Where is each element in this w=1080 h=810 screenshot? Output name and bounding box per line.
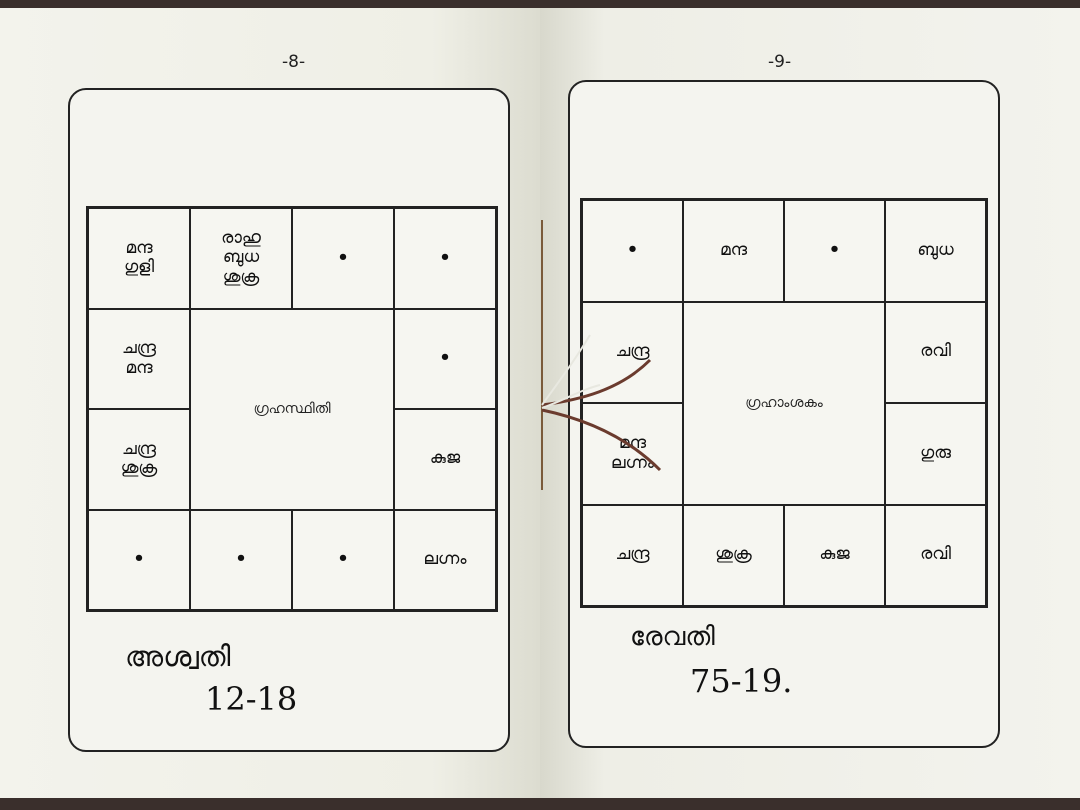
chart-cell: • — [88, 509, 190, 610]
chart-cell: കുജ — [784, 504, 885, 606]
cell-text: ചന്ദ്ര — [121, 438, 157, 459]
chart-cell: ചന്ദ്ര ശുക്ര — [88, 409, 190, 510]
rasi-chart-grid: മന്ദ ഗുളി രാഹു ബുധ ശുക്ര • • ചന്ദ്ര മന്ദ • ചന്ദ്ര ശ… — [86, 206, 498, 612]
chart-cell: ബുധ — [885, 200, 986, 302]
cell-text: • — [439, 246, 451, 268]
cell-text: ചന്ദ്ര — [121, 338, 157, 359]
cell-text: രാഹു — [221, 227, 261, 248]
cell-text: മന്ദ — [719, 239, 748, 260]
chart-cell: ലഗ്നം — [394, 509, 496, 610]
footer-period: 75-19. — [690, 662, 793, 700]
cell-text: ബുധ — [917, 239, 954, 260]
page-number: -9- — [768, 52, 792, 72]
cell-text: ബുധ — [222, 247, 260, 268]
chart-cell: രവി — [885, 301, 986, 403]
chart-cell: രവി — [885, 504, 986, 606]
cell-text: • — [235, 548, 247, 570]
cell-text: • — [439, 347, 451, 369]
cell-text: ഗുരു — [920, 442, 951, 463]
cell-text: ശുക്ര — [120, 458, 158, 479]
cell-text: ശുക്ര — [715, 544, 752, 565]
page-number: -8- — [282, 52, 306, 72]
footer-star: അശ്വതി — [125, 640, 231, 673]
chart-cell: • — [394, 308, 496, 409]
chart-cell: ശുക്ര — [683, 504, 784, 606]
cell-text: ശുക്ര — [222, 267, 260, 288]
chart-cell: മന്ദ — [683, 200, 784, 302]
cell-text: ലഗ്നം — [423, 548, 467, 569]
chart-cell: • — [784, 200, 885, 302]
chart-cell: • — [394, 208, 496, 309]
chart-cell: ചന്ദ്ര മന്ദ — [88, 308, 190, 409]
footer-period: 12-18 — [205, 680, 298, 718]
chart-cell: ഗുരു — [885, 403, 986, 505]
chart-title: ഗ്രഹസ്ഥിതി — [190, 308, 394, 510]
cell-text: മന്ദ — [125, 357, 153, 378]
cell-text: ചന്ദ്ര — [615, 544, 650, 565]
cell-text: രവി — [920, 341, 951, 362]
cell-text: മന്ദ — [125, 237, 153, 258]
chart-cell: കുജ — [394, 409, 496, 510]
chart-cell: • — [292, 509, 394, 610]
cell-text: ഗുളി — [123, 257, 155, 278]
chart-cell: രാഹു ബുധ ശുക്ര — [190, 208, 292, 309]
chart-cell: • — [190, 509, 292, 610]
cell-text: രവി — [920, 544, 951, 565]
binding-thread — [541, 220, 662, 490]
chart-title: ഗ്രഹാംശകം — [683, 301, 885, 505]
chart-cell: • — [292, 208, 394, 309]
cell-text: കുജ — [819, 544, 850, 565]
cell-text: • — [828, 239, 841, 261]
left-page: -8- മന്ദ ഗുളി രാഹു ബുധ ശുക്ര • • ചന്ദ്ര മന്ദ • ചന്… — [0, 8, 540, 798]
cell-text: • — [133, 548, 145, 570]
cell-text: • — [337, 548, 349, 570]
footer-star: രേവതി — [630, 622, 715, 652]
chart-cell: മന്ദ ഗുളി — [88, 208, 190, 309]
cell-text: • — [337, 246, 349, 268]
chart-cell: ചന്ദ്ര — [582, 504, 683, 606]
cell-text: കുജ — [429, 448, 461, 469]
